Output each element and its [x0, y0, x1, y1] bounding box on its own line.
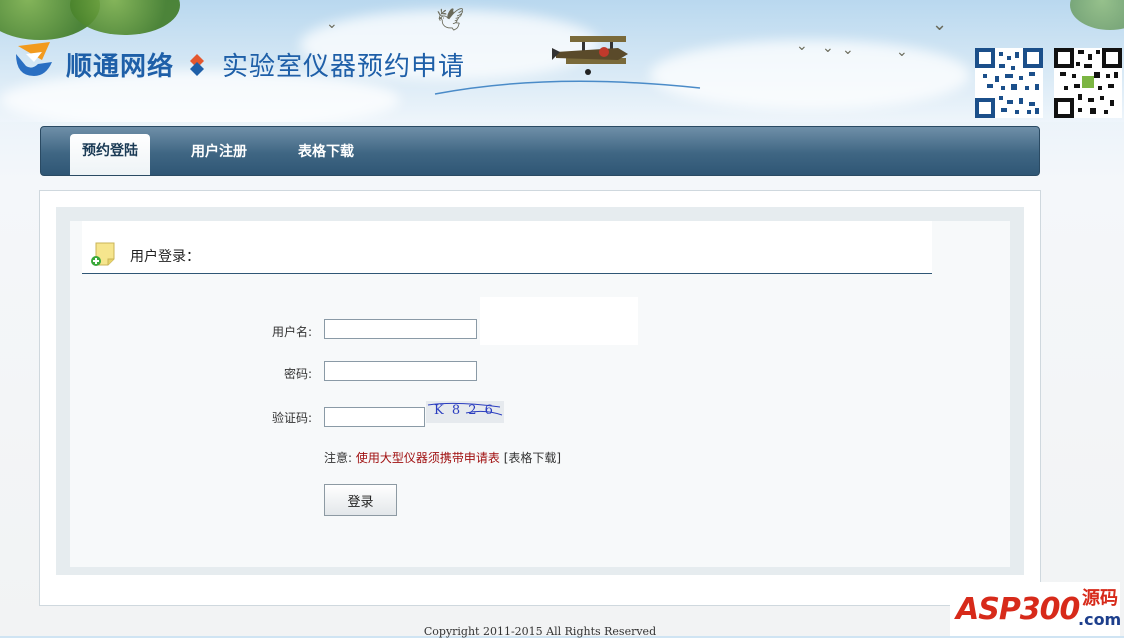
- captcha-text: K 8 2 6: [434, 403, 495, 418]
- section-title: 用户登录：: [130, 249, 200, 265]
- copyright-text: Copyright 2011-2015 All Rights Reserved: [423, 625, 657, 638]
- notice-text: 注意: 使用大型仪器须携带申请表 [表格下载]: [324, 449, 561, 466]
- form-download-link[interactable]: [表格下载]: [504, 451, 561, 465]
- watermark-logo: ASP300 源码 .com: [950, 582, 1122, 636]
- bird-icon: ⌄: [842, 42, 854, 58]
- notice-prefix: 注意:: [324, 451, 353, 465]
- watermark-logo-text: ASP300: [956, 592, 1080, 627]
- password-input[interactable]: [324, 361, 477, 381]
- qr-code-image: [975, 48, 1043, 118]
- diamond-icon: [190, 54, 204, 76]
- nav-bar: 预约登陆 用户注册 表格下载: [40, 126, 1040, 176]
- note-add-icon: [91, 242, 115, 266]
- tree-decoration: [70, 0, 180, 35]
- captcha-image[interactable]: K 8 2 6: [426, 401, 504, 423]
- blank-area: [480, 297, 638, 345]
- login-panel: 用户登录： 用户名: 密码: 验证码: K 8 2 6 注意: 使用大型仪器须携…: [56, 207, 1024, 575]
- username-input[interactable]: [324, 319, 477, 339]
- main-panel: 用户登录： 用户名: 密码: 验证码: K 8 2 6 注意: 使用大型仪器须携…: [39, 190, 1041, 606]
- tab-form-download[interactable]: 表格下载: [298, 139, 354, 165]
- flight-trail: [434, 80, 701, 95]
- tree-decoration: [1070, 0, 1124, 30]
- captcha-label: 验证码:: [271, 411, 312, 425]
- notice-requirement: 使用大型仪器须携带申请表: [355, 451, 500, 465]
- watermark-domain-text: .com: [1078, 610, 1122, 629]
- login-card: 用户登录： 用户名: 密码: 验证码: K 8 2 6 注意: 使用大型仪器须携…: [70, 221, 1010, 567]
- username-label: 用户名:: [271, 325, 312, 339]
- captcha-input[interactable]: [324, 407, 425, 427]
- qr-code-image: [1054, 48, 1122, 118]
- page-subtitle: 实验室仪器预约申请: [222, 52, 466, 82]
- section-header: 用户登录：: [82, 221, 932, 274]
- brand-name: 顺通网络: [66, 52, 175, 82]
- tab-user-register[interactable]: 用户注册: [191, 139, 247, 165]
- header-banner: 顺通网络 实验室仪器预约申请 🕊 ⌄ ⌄ ⌄ ⌄ ⌄ ⌄: [0, 0, 1124, 122]
- password-label: 密码:: [283, 367, 312, 381]
- bird-icon: ⌄: [326, 16, 338, 32]
- tab-booking-login[interactable]: 预约登陆: [70, 134, 150, 175]
- login-button[interactable]: 登录: [324, 484, 397, 516]
- watermark-cn-text: 源码: [1082, 588, 1118, 609]
- bird-icon: ⌄: [932, 14, 948, 35]
- bird-icon: ⌄: [796, 38, 808, 54]
- logo-icon: [16, 42, 52, 76]
- bird-icon: 🕊: [436, 8, 464, 33]
- bird-icon: ⌄: [896, 44, 908, 60]
- bird-icon: ⌄: [822, 40, 834, 56]
